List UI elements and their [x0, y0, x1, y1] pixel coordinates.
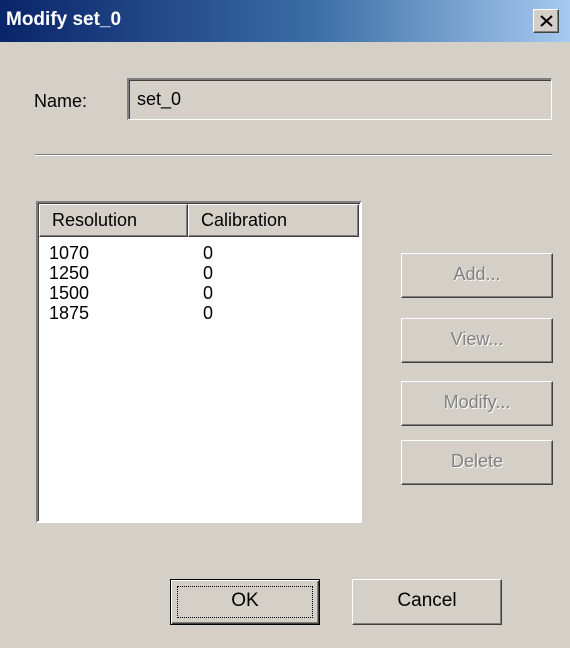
cell-calibration: 0: [203, 283, 214, 303]
cell-resolution: 1875: [49, 303, 90, 323]
column-header-calibration[interactable]: Calibration: [188, 204, 359, 237]
delete-button[interactable]: Delete: [401, 440, 553, 485]
resolution-list[interactable]: Resolution Calibration 1070 0 1250 0 150…: [36, 201, 362, 523]
cell-calibration: 0: [203, 303, 214, 323]
close-button[interactable]: [533, 9, 559, 33]
separator: [35, 154, 552, 156]
name-field[interactable]: set_0: [127, 78, 552, 120]
cell-calibration: 0: [203, 243, 214, 263]
cell-calibration: 0: [203, 263, 214, 283]
cell-resolution: 1070: [49, 243, 90, 263]
cell-resolution: 1250: [49, 263, 90, 283]
column-header-resolution[interactable]: Resolution: [39, 204, 188, 237]
focus-rectangle: [177, 586, 313, 618]
table-row[interactable]: 1250 0: [39, 263, 359, 283]
cancel-button[interactable]: Cancel: [352, 579, 502, 625]
title-bar[interactable]: Modify set_0: [0, 0, 570, 42]
table-row[interactable]: 1070 0: [39, 243, 359, 263]
modify-dialog: Modify set_0 Name: set_0 Resolution Cali…: [0, 0, 570, 648]
view-button[interactable]: View...: [401, 318, 553, 363]
table-row[interactable]: 1500 0: [39, 283, 359, 303]
close-icon: [540, 15, 553, 27]
name-value: set_0: [137, 89, 182, 109]
table-row[interactable]: 1875 0: [39, 303, 359, 323]
modify-button[interactable]: Modify...: [401, 381, 553, 426]
name-label: Name:: [34, 91, 88, 111]
add-button[interactable]: Add...: [401, 253, 553, 298]
window-title: Modify set_0: [6, 9, 122, 30]
cell-resolution: 1500: [49, 283, 90, 303]
list-header: Resolution Calibration: [39, 204, 359, 237]
ok-button[interactable]: OK: [170, 579, 320, 625]
